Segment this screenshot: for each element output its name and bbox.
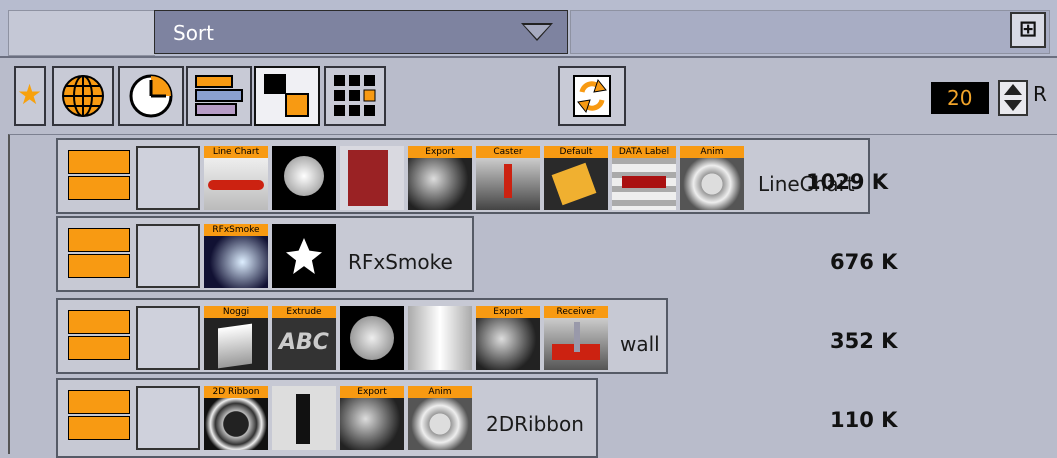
axes-icon: [136, 224, 200, 288]
row-name: wall: [620, 332, 660, 356]
axes-icon: [136, 306, 200, 370]
star-icon: ★: [17, 78, 43, 111]
plugin-tile[interactable]: Noggi: [204, 306, 268, 370]
plugin-tile[interactable]: [340, 146, 404, 210]
top-bar-left-panel: [8, 10, 155, 56]
bars-icon: [195, 75, 243, 116]
row-size: 352 K: [830, 329, 898, 353]
squares-button[interactable]: [254, 66, 320, 126]
plugin-tile[interactable]: Anim: [680, 146, 744, 210]
sort-label: Sort: [173, 21, 214, 45]
arrow-up-icon[interactable]: [1004, 84, 1022, 95]
row-name: RFxSmoke: [348, 250, 453, 274]
favorites-button[interactable]: ★: [14, 66, 46, 126]
pin-icon: ⊞: [1018, 17, 1038, 42]
plugin-tile[interactable]: DATA Label: [612, 146, 676, 210]
row-size: 110 K: [830, 408, 898, 432]
plugin-tile[interactable]: Export: [340, 386, 404, 450]
globe-icon: [62, 75, 104, 117]
sort-dropdown[interactable]: Sort: [154, 10, 568, 54]
axes-icon: [136, 146, 200, 210]
row-name: 2DRibbon: [486, 412, 584, 436]
plugin-tile[interactable]: Caster: [476, 146, 540, 210]
clock-button[interactable]: [118, 66, 184, 126]
list-item[interactable]: 2D Ribbon Export Anim 2DRibbon: [56, 378, 598, 458]
list-item[interactable]: RFxSmoke RFxSmoke: [56, 216, 474, 292]
refresh-button[interactable]: [558, 66, 626, 126]
plugin-tile[interactable]: 2D Ribbon: [204, 386, 268, 450]
page-count-display[interactable]: 20: [931, 82, 989, 114]
squares-icon: [264, 74, 309, 117]
arrow-down-icon[interactable]: [1004, 100, 1022, 111]
plugin-tile[interactable]: [408, 306, 472, 370]
plugin-tile[interactable]: Default: [544, 146, 608, 210]
plugin-tile[interactable]: Extrude ABC: [272, 306, 336, 370]
plugin-tile[interactable]: [272, 386, 336, 450]
clock-icon: [129, 74, 173, 118]
plugin-tile[interactable]: [272, 146, 336, 210]
row-size: 676 K: [830, 250, 898, 274]
bars-button[interactable]: [186, 66, 252, 126]
grid-icon: [334, 75, 376, 116]
plugin-tile[interactable]: Export: [476, 306, 540, 370]
grid-button[interactable]: [324, 66, 386, 126]
r-label: R: [1033, 82, 1047, 106]
list-item[interactable]: Noggi Extrude ABC Export Receiver wall: [56, 298, 668, 374]
pin-button[interactable]: ⊞: [1010, 12, 1046, 48]
chevron-down-icon-inner: [524, 25, 550, 39]
row-size: 1029 K: [806, 170, 889, 194]
plugin-tile[interactable]: Receiver: [544, 306, 608, 370]
plugin-tile[interactable]: [340, 306, 404, 370]
axes-icon: [136, 386, 200, 450]
plugin-tile[interactable]: RFxSmoke: [204, 224, 268, 288]
globe-button[interactable]: [52, 66, 114, 126]
plugin-tile[interactable]: Export: [408, 146, 472, 210]
top-bar-right-panel: [570, 10, 1050, 54]
plugin-tile[interactable]: Line Chart: [204, 146, 268, 210]
refresh-icon: [573, 75, 611, 117]
plugin-tile[interactable]: Anim: [408, 386, 472, 450]
plugin-tile[interactable]: [272, 224, 336, 288]
list-item[interactable]: Line Chart Export Caster Default DATA La…: [56, 138, 870, 214]
